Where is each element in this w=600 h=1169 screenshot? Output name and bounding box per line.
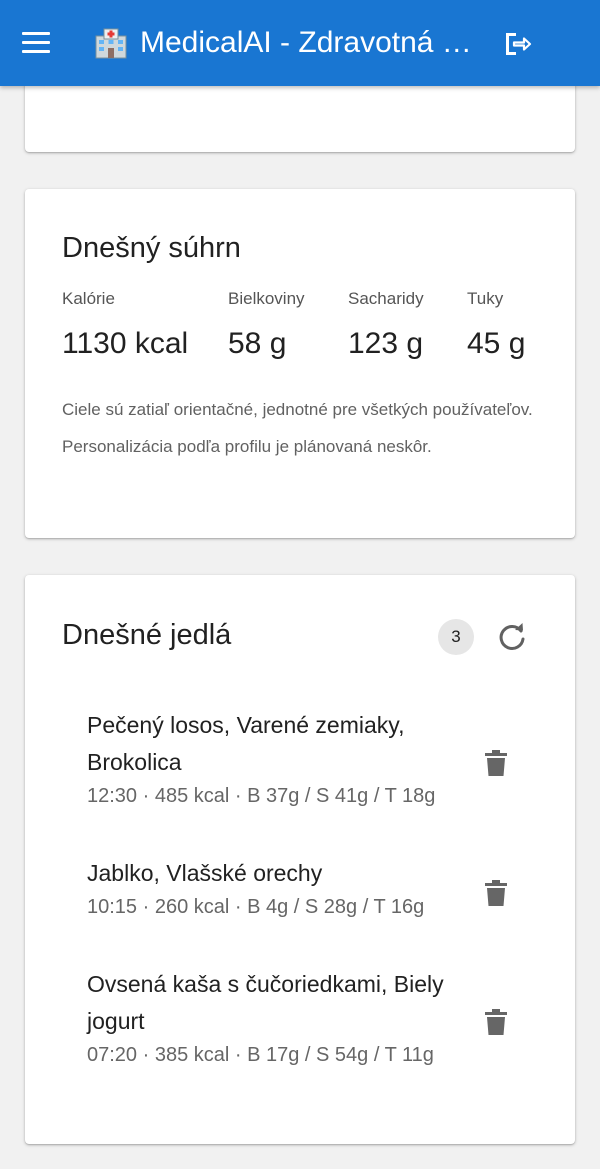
trash-icon[interactable] [483,1008,509,1036]
refresh-icon[interactable] [496,621,528,653]
meal-meta: 10:15 · 260 kcal · B 4g / S 28g / T 16g [87,896,425,918]
stat-carbs: Sacharidy 123 g [348,289,424,361]
stat-label: Sacharidy [348,289,424,308]
goals-note: Ciele sú zatiaľ orientačné, jednotné pre… [62,400,533,456]
menu-icon[interactable] [20,28,54,58]
meal-name: Pečený losos, Varené zemiaky, Brokolica [87,712,405,775]
stat-value: 123 g [348,327,424,360]
stat-protein: Bielkoviny 58 g [228,289,305,361]
stat-label: Bielkoviny [228,289,305,308]
meal-meta: 07:20 · 385 kcal · B 17g / S 54g / T 11g [87,1044,434,1066]
hospital-icon [95,28,127,59]
summary-card: Dnešný súhrn Kalórie 1130 kcal Bielkovin… [25,189,575,538]
list-item[interactable]: Jablko, Vlašské orechy 10:15 · 260 kcal … [87,855,537,919]
list-item[interactable]: Ovsená kaša s čučoriedkami, Biely jogurt… [87,966,537,1067]
trash-icon[interactable] [483,879,509,907]
logout-icon[interactable] [500,28,532,60]
meals-title: Dnešné jedlá [62,619,232,651]
list-item[interactable]: Pečený losos, Varené zemiaky, Brokolica … [87,707,537,808]
meal-name: Ovsená kaša s čučoriedkami, Biely jogurt [87,971,444,1034]
app-title-wrap: MedicalAI - Zdravotná asistentka [94,22,474,64]
meal-meta: 12:30 · 485 kcal · B 37g / S 41g / T 18g [87,785,436,807]
summary-title: Dnešný súhrn [62,232,241,264]
stat-label: Kalórie [62,289,115,308]
stat-value: 45 g [467,327,526,360]
stat-value: 1130 kcal [62,327,189,360]
meal-name: Jablko, Vlašské orechy [87,860,323,886]
trash-icon[interactable] [483,749,509,777]
stat-label: Tuky [467,289,504,308]
stat-fat: Tuky 45 g [467,289,525,361]
app-bar: MedicalAI - Zdravotná asistentka [0,0,600,86]
meal-count-badge: 3 [438,619,474,655]
stat-value: 58 g [228,327,287,360]
stat-calories: Kalórie 1130 kcal [62,289,188,361]
app-title: MedicalAI - Zdravotná asistentka [140,26,474,59]
meals-card: Dnešné jedlá 3 Pečený losos, Varené zemi… [25,575,575,1144]
